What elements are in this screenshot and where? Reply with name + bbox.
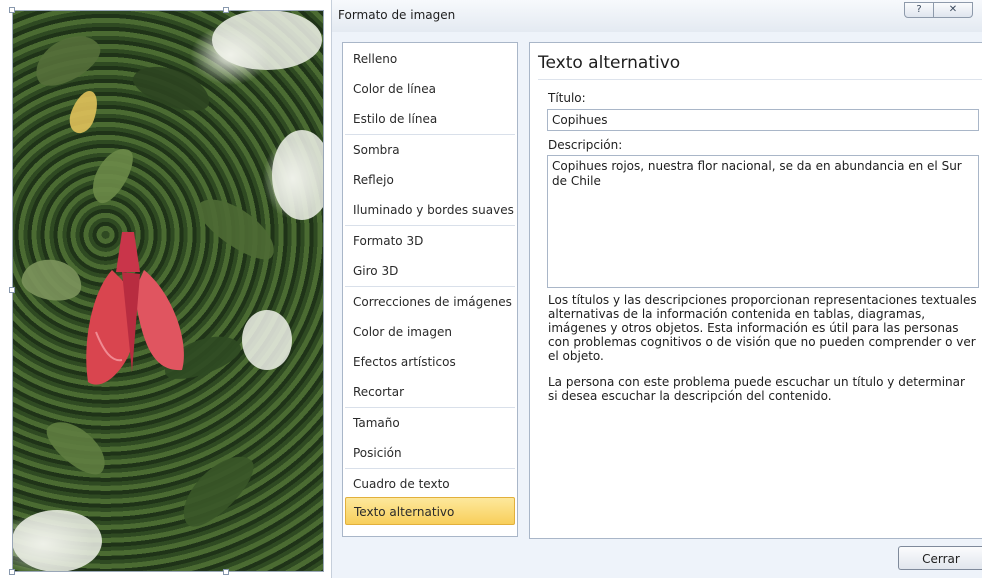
- dialog-titlebar[interactable]: Formato de imagen ? ✕: [332, 0, 982, 32]
- leaf: [18, 255, 86, 305]
- close-icon: ✕: [948, 4, 958, 15]
- heading-divider: [538, 79, 982, 80]
- alt-text-panel: Texto alternativo Título: Descripción: C…: [529, 42, 982, 539]
- yellow-leaf: [65, 87, 103, 137]
- nav-item-reflejo[interactable]: Reflejo: [345, 166, 515, 194]
- category-list: Relleno Color de línea Estilo de línea S…: [342, 42, 518, 537]
- nav-item-estilo-de-linea[interactable]: Estilo de línea: [345, 105, 515, 133]
- close-button[interactable]: ✕: [933, 2, 973, 18]
- nav-item-texto-alternativo[interactable]: Texto alternativo: [345, 497, 515, 525]
- leaf: [171, 444, 263, 536]
- help-text-1: Los títulos y las descripciones proporci…: [548, 293, 977, 363]
- leaf: [84, 141, 140, 209]
- sky-patch: [272, 130, 324, 220]
- copihue-photo[interactable]: [12, 10, 324, 572]
- help-icon: ?: [916, 4, 922, 15]
- sky-patch: [212, 10, 322, 70]
- resize-handle[interactable]: [9, 7, 15, 13]
- leaf: [26, 25, 108, 95]
- panel-heading: Texto alternativo: [538, 53, 681, 73]
- nav-item-recortar[interactable]: Recortar: [345, 378, 515, 406]
- title-label: Título:: [548, 91, 586, 105]
- nav-divider: [345, 225, 515, 226]
- leaf: [128, 57, 216, 119]
- nav-divider: [345, 134, 515, 135]
- nav-item-cuadro-de-texto[interactable]: Cuadro de texto: [345, 470, 515, 498]
- nav-item-tamano[interactable]: Tamaño: [345, 409, 515, 437]
- nav-item-formato-3d[interactable]: Formato 3D: [345, 227, 515, 255]
- help-button[interactable]: ?: [904, 2, 934, 18]
- nav-item-correcciones[interactable]: Correcciones de imágenes: [345, 288, 515, 316]
- nav-item-color-de-linea[interactable]: Color de línea: [345, 75, 515, 103]
- nav-item-posicion[interactable]: Posición: [345, 439, 515, 467]
- description-textarea[interactable]: Copihues rojos, nuestra flor nacional, s…: [547, 155, 979, 288]
- cerrar-button[interactable]: Cerrar: [898, 546, 982, 570]
- leaf: [39, 411, 115, 483]
- title-input[interactable]: [547, 109, 979, 131]
- nav-item-color-de-imagen[interactable]: Color de imagen: [345, 318, 515, 346]
- dialog-title: Formato de imagen: [338, 8, 456, 22]
- nav-divider: [345, 286, 515, 287]
- nav-divider: [345, 407, 515, 408]
- help-text-2: La persona con este problema puede escuc…: [548, 375, 965, 403]
- nav-item-giro-3d[interactable]: Giro 3D: [345, 257, 515, 285]
- sky-patch: [12, 510, 102, 572]
- nav-item-iluminado[interactable]: Iluminado y bordes suaves: [345, 196, 515, 224]
- nav-item-efectos-artisticos[interactable]: Efectos artísticos: [345, 348, 515, 376]
- copihue-flower: [86, 232, 184, 385]
- nav-item-relleno[interactable]: Relleno: [345, 45, 515, 73]
- format-picture-dialog: Formato de imagen ? ✕ Relleno Color de l…: [331, 0, 982, 578]
- nav-item-sombra[interactable]: Sombra: [345, 136, 515, 164]
- leaf: [189, 187, 285, 269]
- resize-handle[interactable]: [9, 287, 15, 293]
- resize-handle[interactable]: [9, 569, 15, 575]
- nav-divider: [345, 468, 515, 469]
- resize-handle[interactable]: [223, 7, 229, 13]
- description-label: Descripción:: [548, 138, 623, 152]
- sky-patch: [242, 310, 292, 370]
- resize-handle[interactable]: [223, 569, 229, 575]
